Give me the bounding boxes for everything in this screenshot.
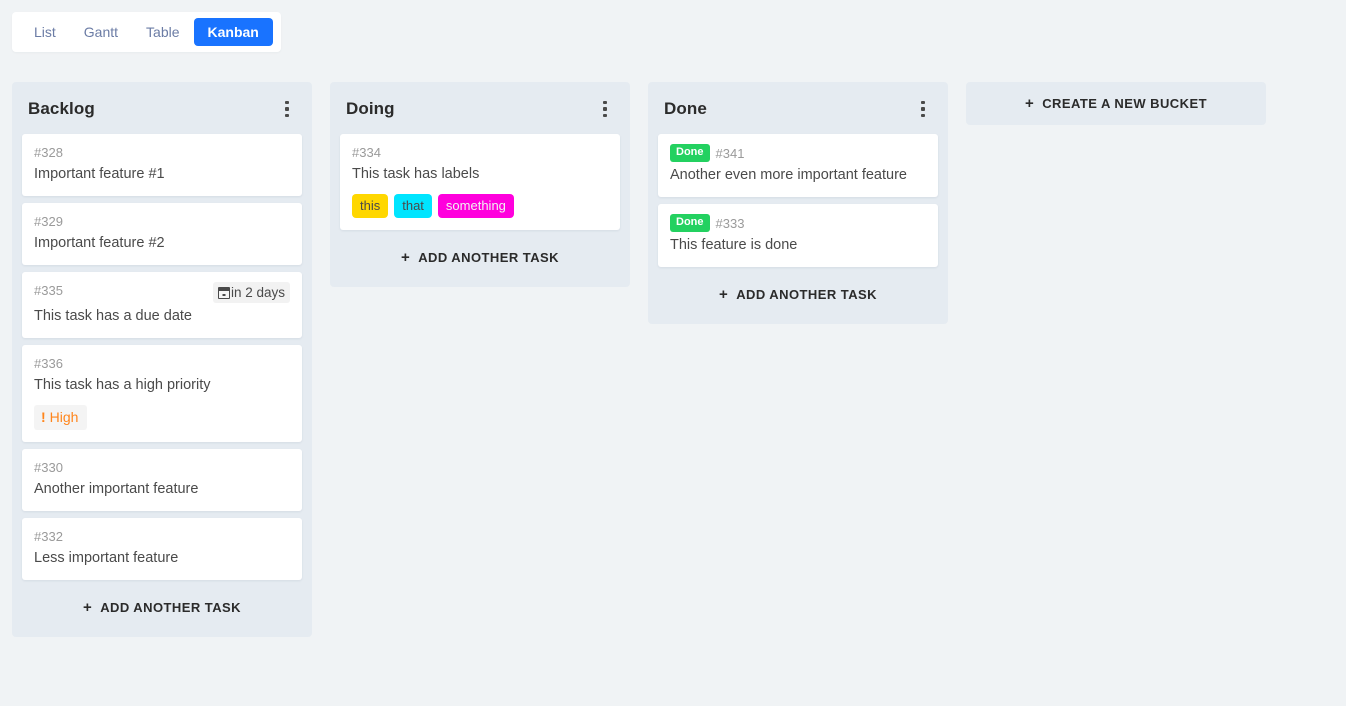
priority-badge: ! High: [34, 405, 88, 430]
dots-vertical-icon[interactable]: [914, 98, 932, 120]
task-card[interactable]: Done #341 Another even more important feat…: [658, 134, 938, 197]
task-id-group: #336: [34, 355, 63, 372]
task-card[interactable]: #329 Important feature #2: [22, 203, 302, 265]
task-card[interactable]: #334 This task has labels this that somethin…: [340, 134, 620, 230]
task-id: #334: [352, 145, 381, 160]
task-id: #329: [34, 214, 63, 229]
task-id: #328: [34, 145, 63, 160]
plus-icon: +: [1024, 95, 1035, 112]
task-id: #341: [715, 145, 745, 161]
task-title: This task has a due date: [34, 308, 192, 324]
bucket-header: Backlog: [12, 82, 312, 134]
task-meta: #332: [34, 528, 290, 545]
dots-vertical-icon[interactable]: [278, 98, 296, 120]
create-bucket-button[interactable]: + Create a new bucket: [966, 82, 1266, 125]
task-title: Another important feature: [34, 481, 199, 497]
task-list: #334 This task has labels this that somethin…: [330, 134, 630, 230]
bucket-done: Done Done #341 Another even more important …: [648, 82, 948, 324]
due-date-text: in 2 days: [230, 285, 285, 300]
task-meta: Done #333: [670, 214, 926, 232]
task-id: #330: [34, 460, 63, 475]
bucket-backlog: Backlog #328 Important feature #1 #329 Impor…: [12, 82, 312, 637]
task-meta: #330: [34, 459, 290, 476]
exclamation-icon: !: [41, 409, 46, 425]
done-badge: Done: [670, 144, 710, 162]
view-switcher-container: List Gantt Table Kanban: [0, 0, 1346, 52]
task-id-group: Done #341: [670, 144, 744, 162]
label-chip: this: [352, 194, 389, 218]
tab-list[interactable]: List: [20, 18, 70, 46]
calendar-icon: [217, 286, 230, 299]
task-title: Important feature #1: [34, 166, 165, 182]
bucket-title[interactable]: Doing: [346, 99, 395, 119]
task-card[interactable]: #328 Important feature #1: [22, 134, 302, 196]
task-title: This task has a high priority: [34, 377, 211, 393]
tab-kanban[interactable]: Kanban: [193, 18, 273, 46]
task-meta: #336: [34, 355, 290, 372]
tab-table[interactable]: Table: [132, 18, 193, 46]
done-badge: Done: [670, 214, 710, 232]
task-list: #328 Important feature #1 #329 Important fe…: [12, 134, 312, 580]
task-id: #333: [715, 215, 745, 231]
task-meta: #335 in 2 days: [34, 282, 290, 303]
add-task-label: Add another task: [736, 287, 878, 302]
task-id: #335: [34, 283, 63, 298]
task-card[interactable]: #335 in 2 days This task has a due date: [22, 272, 302, 338]
task-title: Important feature #2: [34, 235, 165, 251]
priority-label: High: [49, 409, 79, 425]
bucket-header: Doing: [330, 82, 630, 134]
task-id-group: #332: [34, 528, 63, 545]
task-title: This task has labels: [352, 166, 480, 182]
kanban-board: Backlog #328 Important feature #1 #329 Impor…: [0, 52, 1346, 637]
task-id-group: #335: [34, 282, 63, 299]
task-meta: Done #341: [670, 144, 926, 162]
task-id-group: #329: [34, 213, 63, 230]
task-title: Another even more important feature: [670, 167, 907, 183]
task-meta: #329: [34, 213, 290, 230]
add-task-label: Add another task: [100, 600, 242, 615]
add-task-label: Add another task: [418, 250, 560, 265]
plus-icon: +: [82, 599, 93, 616]
task-title: This feature is done: [670, 237, 798, 253]
task-meta: #334: [352, 144, 608, 161]
label-chip: that: [394, 194, 432, 218]
view-switcher: List Gantt Table Kanban: [12, 12, 281, 52]
task-title: Less important feature: [34, 550, 179, 566]
tab-gantt[interactable]: Gantt: [70, 18, 132, 46]
task-id-group: #334: [352, 144, 381, 161]
task-list: Done #341 Another even more important feat…: [648, 134, 948, 267]
task-meta: #328: [34, 144, 290, 161]
task-card[interactable]: #332 Less important feature: [22, 518, 302, 580]
add-task-button[interactable]: + Add another task: [330, 230, 630, 287]
create-bucket-label: Create a new bucket: [1042, 96, 1207, 111]
bucket-title[interactable]: Done: [664, 99, 707, 119]
task-card[interactable]: Done #333 This feature is done: [658, 204, 938, 267]
task-id-group: #330: [34, 459, 63, 476]
task-labels: this that something: [352, 194, 608, 218]
label-chip: something: [437, 194, 514, 218]
bucket-doing: Doing #334 This task has labels this that som…: [330, 82, 630, 287]
task-id: #332: [34, 529, 63, 544]
plus-icon: +: [718, 286, 729, 303]
bucket-title[interactable]: Backlog: [28, 99, 95, 119]
task-id: #336: [34, 356, 63, 371]
task-card[interactable]: #336 This task has a high priority! High: [22, 345, 302, 442]
add-task-button[interactable]: + Add another task: [12, 580, 312, 637]
task-id-group: #328: [34, 144, 63, 161]
task-id-group: Done #333: [670, 214, 744, 232]
dots-vertical-icon[interactable]: [596, 98, 614, 120]
bucket-header: Done: [648, 82, 948, 134]
task-card[interactable]: #330 Another important feature: [22, 449, 302, 511]
add-task-button[interactable]: + Add another task: [648, 267, 948, 324]
plus-icon: +: [400, 249, 411, 266]
due-date-badge: in 2 days: [212, 282, 290, 303]
